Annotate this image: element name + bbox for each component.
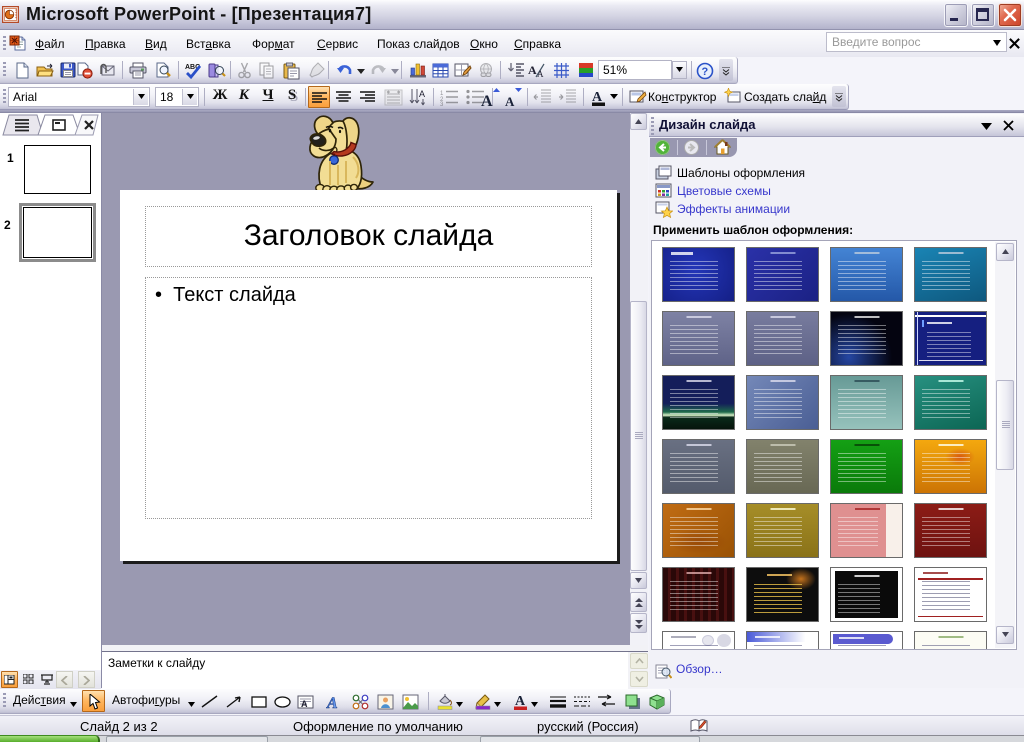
svg-text:A: A [528, 63, 537, 77]
svg-text:3: 3 [440, 102, 444, 106]
svg-text:A: A [481, 93, 493, 107]
svg-text:?: ? [702, 66, 709, 78]
svg-text:A: A [326, 695, 338, 710]
svg-text:A: A [505, 94, 515, 107]
svg-text:А: А [419, 89, 425, 99]
svg-text:A: A [537, 69, 544, 79]
svg-text:А: А [301, 699, 308, 709]
